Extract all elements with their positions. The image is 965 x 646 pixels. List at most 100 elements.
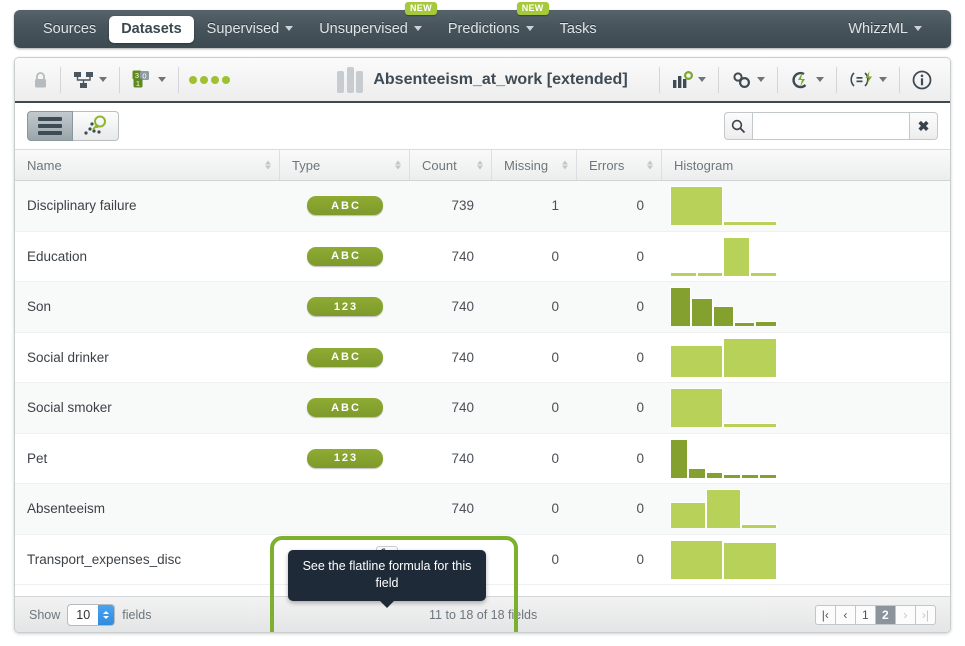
type-badge: 123 <box>307 297 383 317</box>
histogram-bar <box>670 186 724 226</box>
equation-flash-icon[interactable] <box>841 65 895 95</box>
sort-icon[interactable] <box>265 160 271 170</box>
table-row[interactable]: Pet 123 740 0 0 <box>15 433 950 484</box>
cell-count: 740 <box>451 501 474 517</box>
cell-count: 740 <box>451 450 474 466</box>
table-row[interactable]: Disciplinary failure ABC 739 1 0 <box>15 181 950 232</box>
search-box: ✖ <box>724 112 938 140</box>
cell-missing: 0 <box>551 349 559 365</box>
search-icon[interactable] <box>724 112 752 140</box>
rows-per-page-select[interactable]: 10 <box>67 603 116 626</box>
toolbar-divider <box>718 66 719 93</box>
histogram <box>670 438 848 478</box>
dataset-split-icon-glyph <box>74 71 93 88</box>
nav-item-tasks[interactable]: Tasks <box>547 10 610 48</box>
cell-errors: 0 <box>636 450 644 466</box>
column-header-label: Count <box>422 157 457 173</box>
cell-histogram <box>662 232 950 282</box>
type-badge: ABC <box>307 398 383 418</box>
dataset-panel: 3 0 1 Absenteeism_at_work [extended] ✖ N… <box>14 57 951 633</box>
chevron-down-icon <box>413 25 422 31</box>
column-header-name[interactable]: Name <box>15 150 280 180</box>
column-header-type[interactable]: Type <box>280 150 410 180</box>
cluster-flash-icon-glyph <box>792 71 807 89</box>
cell-histogram <box>662 535 950 585</box>
nav-item-unsupervised[interactable]: Unsupervised NEW <box>306 2 437 48</box>
column-header-label: Name <box>27 157 62 173</box>
histogram-bar <box>705 489 742 529</box>
info-icon[interactable] <box>904 65 940 95</box>
cell-histogram <box>662 333 950 383</box>
histogram-bar <box>687 468 706 478</box>
table-row[interactable]: Social drinker ABC 740 0 0 <box>15 332 950 383</box>
toolbar-divider <box>659 66 660 93</box>
table-row[interactable]: Absenteeism 740 0 0 <box>15 484 950 535</box>
dataset-split-icon[interactable] <box>65 65 115 95</box>
nav-item-predictions[interactable]: Predictions NEW <box>435 2 549 48</box>
table-row[interactable]: Social smoker ABC 740 0 0 <box>15 383 950 434</box>
chart-config-icon[interactable] <box>664 65 714 95</box>
cell-field-type: ABC <box>280 383 410 433</box>
sort-icon[interactable] <box>647 160 653 170</box>
nav-item-label: Supervised <box>206 21 280 37</box>
chevron-down-icon <box>158 77 166 82</box>
cell-field-name: Transport_expenses_disc <box>27 551 182 567</box>
lock-icon[interactable] <box>25 65 56 95</box>
rows-per-page-value: 10 <box>76 607 91 622</box>
cell-field-name: Pet <box>27 450 48 466</box>
first-page[interactable]: |‹ <box>814 604 835 625</box>
toolbar-left-group: 3 0 1 <box>25 65 236 95</box>
sort-icon[interactable] <box>477 160 483 170</box>
fields-label: fields <box>122 607 152 622</box>
histogram-bar <box>723 236 751 276</box>
column-header-label: Type <box>292 157 321 173</box>
histogram <box>670 287 848 327</box>
nav-item-account[interactable]: WhizzML <box>835 10 935 48</box>
sort-icon[interactable] <box>395 160 401 170</box>
cell-missing: 0 <box>551 248 559 264</box>
column-header-missing[interactable]: Missing <box>492 150 577 180</box>
page-1[interactable]: 1 <box>854 604 875 625</box>
top-navigation: Sources Datasets Supervised Unsupervised NEW… <box>14 2 951 48</box>
cell-histogram <box>662 181 950 231</box>
nav-item-datasets[interactable]: Datasets <box>109 15 194 43</box>
histogram <box>670 337 848 377</box>
flatline-tooltip: See the flatline formula for this field <box>288 550 486 608</box>
clear-search-icon[interactable]: ✖ <box>910 112 938 140</box>
histogram <box>670 539 848 579</box>
view-toggle-scatter[interactable] <box>73 111 119 141</box>
page-2[interactable]: 2 <box>874 604 895 625</box>
histogram <box>670 186 848 226</box>
cell-field-type <box>280 484 410 534</box>
search-icon-glyph <box>731 119 746 133</box>
table-row[interactable]: Education ABC 740 0 0 <box>15 231 950 282</box>
type-badge: 123 <box>307 448 383 468</box>
search-input[interactable] <box>752 112 910 140</box>
type-badge: ABC <box>307 347 383 367</box>
column-header-count[interactable]: Count <box>410 150 492 180</box>
stepper-icon[interactable] <box>98 604 115 625</box>
field-types-icon[interactable]: 3 0 1 <box>124 65 174 95</box>
sort-icon[interactable] <box>562 160 568 170</box>
histogram <box>670 236 848 276</box>
nav-item-supervised[interactable]: Supervised <box>194 10 307 48</box>
nav-bar: Sources Datasets Supervised Unsupervised NEW… <box>14 2 951 48</box>
table-row[interactable]: Son 123 740 0 0 <box>15 282 950 333</box>
view-toggle-list[interactable] <box>27 111 73 141</box>
chevron-down-icon <box>525 25 534 31</box>
column-header-label: Errors <box>589 157 625 173</box>
view-controls-bar: ✖ <box>15 103 950 149</box>
column-header-errors[interactable]: Errors <box>577 150 662 180</box>
nav-item-sources[interactable]: Sources <box>30 10 109 48</box>
prev-page[interactable]: ‹ <box>834 604 855 625</box>
cell-field-name: Social drinker <box>27 349 109 365</box>
gears-icon[interactable] <box>723 65 773 95</box>
histogram <box>670 489 848 529</box>
cluster-flash-icon[interactable] <box>782 65 832 95</box>
cell-errors: 0 <box>636 299 644 315</box>
histogram-bar <box>723 423 777 428</box>
cell-count: 739 <box>451 198 474 214</box>
nav-item-label: Predictions <box>447 21 520 37</box>
pagination: |‹ ‹ 1 2 › ›| <box>814 604 936 625</box>
table-body: Disciplinary failure ABC 739 1 0 Education ABC… <box>15 181 950 585</box>
